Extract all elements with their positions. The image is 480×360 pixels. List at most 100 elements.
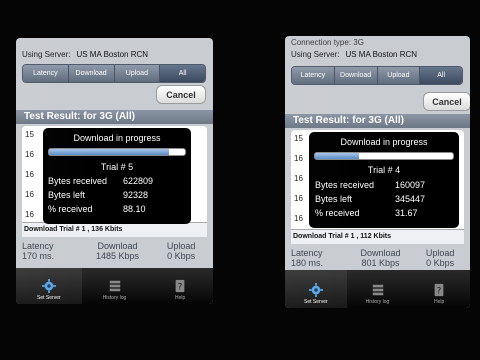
bytes-left-row: Bytes left 345447: [315, 194, 425, 204]
bottom-tab-bar: Set Server History log ? Help: [285, 270, 470, 308]
server-name: US MA Boston RCN: [345, 50, 418, 59]
bytes-received-label: Bytes received: [315, 180, 375, 190]
server-name: US MA Boston RCN: [76, 50, 149, 59]
tab-label: History log: [102, 295, 127, 301]
dialog-title: Download in progress: [73, 133, 161, 143]
latency-stat: Latency 170 ms.: [16, 241, 86, 261]
left-phone: Using Server: US MA Boston RCN Latency Do…: [16, 38, 213, 304]
tab-label: Help: [175, 295, 186, 301]
test-result-header: Test Result: for 3G (All): [285, 114, 470, 128]
percent-received-row: % received 31.67: [315, 208, 418, 218]
bytes-received-row: Bytes received 160097: [315, 180, 425, 190]
trial-number: Trial # 5: [100, 162, 134, 172]
help-icon: ?: [434, 283, 444, 297]
download-label: Download: [97, 241, 138, 251]
download-progress-bar: [314, 152, 454, 160]
cancel-button[interactable]: Cancel: [423, 92, 470, 111]
tab-set-server[interactable]: Set Server: [16, 268, 82, 304]
tab-label: Set Server: [37, 295, 61, 301]
segment-latency[interactable]: Latency: [23, 65, 69, 82]
summary-stats: Latency 180 ms. Download 801 Kbps Upload…: [285, 248, 470, 268]
segment-all[interactable]: All: [420, 67, 462, 84]
tab-history-log[interactable]: History log: [82, 268, 148, 304]
help-icon: ?: [175, 279, 185, 293]
upload-stat: Upload 0 Kbps: [149, 241, 213, 261]
bytes-received-value: 160097: [395, 180, 426, 190]
latency-label: Latency: [22, 241, 54, 251]
latency-value: 180 ms.: [291, 258, 324, 268]
percent-received-label: % received: [48, 204, 93, 214]
row-stub: 16: [294, 154, 303, 163]
percent-received-value: 88.10: [123, 204, 146, 214]
left-app-screen: Using Server: US MA Boston RCN Latency Do…: [16, 38, 213, 304]
tab-label: Set Server: [304, 299, 328, 305]
right-app-screen: Connection type: 3G Using Server: US MA B…: [285, 36, 470, 308]
tab-help[interactable]: ? Help: [408, 270, 470, 308]
summary-stats: Latency 170 ms. Download 1485 Kbps Uploa…: [16, 241, 213, 261]
row-stub: 15: [294, 134, 303, 143]
latency-stat: Latency 180 ms.: [285, 248, 351, 268]
bytes-left-value: 92328: [123, 190, 149, 200]
server-info: Using Server: US MA Boston RCN: [22, 50, 148, 59]
trial-number: Trial # 4: [367, 165, 401, 175]
right-phone: Connection type: 3G Using Server: US MA B…: [285, 36, 470, 308]
percent-received-row: % received 88.10: [48, 204, 146, 214]
latency-label: Latency: [291, 248, 323, 258]
svg-text:?: ?: [178, 283, 183, 293]
download-stat: Download 1485 Kbps: [86, 241, 150, 261]
row-stub: 16: [294, 214, 303, 223]
percent-received-value: 31.67: [395, 208, 418, 218]
latency-value: 170 ms.: [22, 251, 55, 261]
cancel-button[interactable]: Cancel: [156, 85, 206, 104]
tab-label: Help: [434, 299, 445, 305]
progress-fill: [49, 149, 169, 155]
upload-value: 0 Kbps: [167, 251, 196, 261]
download-label: Download: [360, 248, 401, 258]
tab-help[interactable]: ? Help: [147, 268, 213, 304]
segment-download[interactable]: Download: [334, 67, 378, 84]
upload-label: Upload: [166, 241, 196, 251]
bytes-left-label: Bytes left: [315, 194, 353, 204]
test-result-header: Test Result: for 3G (All): [16, 110, 213, 124]
tab-history-log[interactable]: History log: [347, 270, 409, 308]
server-label: Using Server:: [291, 50, 340, 59]
history-icon: [109, 280, 120, 292]
bytes-received-label: Bytes received: [48, 176, 108, 186]
upload-stat: Upload 0 Kbps: [410, 248, 470, 268]
bytes-received-value: 622809: [123, 176, 154, 186]
segment-latency[interactable]: Latency: [292, 67, 335, 84]
upload-value: 0 Kbps: [426, 258, 455, 268]
segment-upload[interactable]: Upload: [114, 65, 161, 82]
row-stub: 16: [25, 150, 34, 159]
upload-label: Upload: [425, 248, 455, 258]
download-progress-bar: [48, 148, 186, 156]
download-stat: Download 801 Kbps: [351, 248, 411, 268]
svg-text:?: ?: [437, 287, 442, 297]
percent-received-label: % received: [315, 208, 360, 218]
row-stub: 16: [25, 210, 34, 219]
row-stub: 16: [25, 170, 34, 179]
segment-download[interactable]: Download: [68, 65, 115, 82]
row-stub: 16: [294, 194, 303, 203]
test-type-segmented-control[interactable]: Latency Download Upload All: [22, 64, 206, 83]
bottom-tab-bar: Set Server History log ? Help: [16, 268, 213, 304]
bytes-received-row: Bytes received 622809: [48, 176, 153, 186]
test-type-segmented-control[interactable]: Latency Download Upload All: [291, 66, 463, 85]
bytes-left-row: Bytes left 92328: [48, 190, 148, 200]
row-stub: 15: [25, 130, 34, 139]
row-stub: 16: [25, 190, 34, 199]
segment-upload[interactable]: Upload: [377, 67, 421, 84]
tab-set-server[interactable]: Set Server: [285, 270, 347, 308]
bytes-left-label: Bytes left: [48, 190, 86, 200]
connection-type-label: Connection type: 3G: [291, 38, 364, 47]
download-trial-status: Download Trial # 1 , 112 Kbits: [291, 229, 464, 244]
download-progress-dialog: Download in progress Trial # 4 Bytes rec…: [309, 132, 459, 228]
server-info: Using Server: US MA Boston RCN: [291, 50, 417, 59]
history-icon: [372, 284, 383, 296]
download-trial-status: Download Trial # 1 , 136 Kbits: [22, 222, 207, 237]
server-label: Using Server:: [22, 50, 71, 59]
download-value: 1485 Kbps: [95, 251, 140, 261]
bytes-left-value: 345447: [395, 194, 426, 204]
progress-fill: [315, 153, 360, 159]
segment-all[interactable]: All: [160, 65, 205, 82]
